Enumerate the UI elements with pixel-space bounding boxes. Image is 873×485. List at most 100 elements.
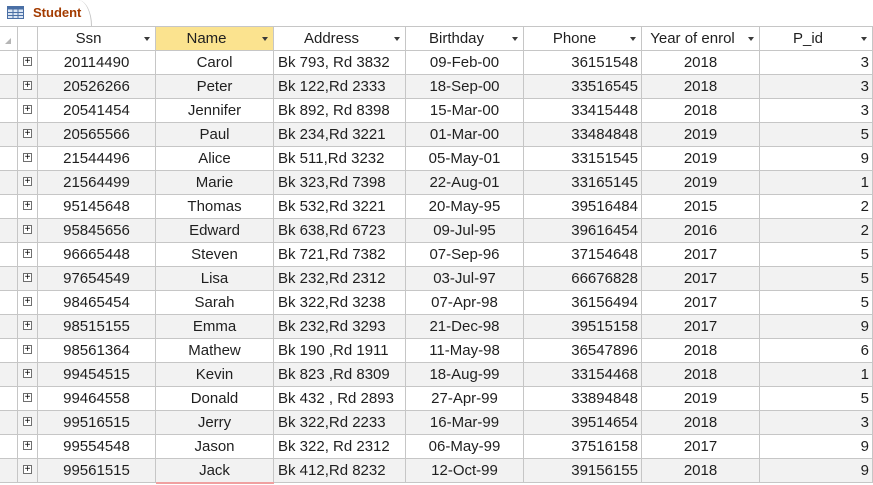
plus-box-icon[interactable]: + bbox=[23, 81, 32, 91]
cell-pid[interactable]: 2 bbox=[760, 195, 873, 219]
cell-year[interactable]: 2017 bbox=[642, 267, 760, 291]
row-selector[interactable] bbox=[0, 195, 18, 219]
plus-box-icon[interactable]: + bbox=[23, 177, 32, 187]
row-selector[interactable] bbox=[0, 219, 18, 243]
cell-year[interactable]: 2018 bbox=[642, 99, 760, 123]
cell-address[interactable]: Bk 638,Rd 6723 bbox=[274, 219, 406, 243]
cell-phone[interactable]: 39616454 bbox=[524, 219, 642, 243]
cell-phone[interactable]: 33151545 bbox=[524, 147, 642, 171]
cell-pid[interactable]: 9 bbox=[760, 147, 873, 171]
cell-address[interactable]: Bk 190 ,Rd 1911 bbox=[274, 339, 406, 363]
row-selector[interactable] bbox=[0, 243, 18, 267]
cell-phone[interactable]: 39515158 bbox=[524, 315, 642, 339]
cell-birthday[interactable]: 06-May-99 bbox=[406, 435, 524, 459]
column-header-name[interactable]: Name bbox=[156, 27, 274, 51]
cell-ssn[interactable]: 21544496 bbox=[38, 147, 156, 171]
cell-phone[interactable]: 33894848 bbox=[524, 387, 642, 411]
cell-year[interactable]: 2019 bbox=[642, 147, 760, 171]
row-selector[interactable] bbox=[0, 99, 18, 123]
cell-ssn[interactable]: 97654549 bbox=[38, 267, 156, 291]
plus-box-icon[interactable]: + bbox=[23, 393, 32, 403]
cell-address[interactable]: Bk 892, Rd 8398 bbox=[274, 99, 406, 123]
column-header-address[interactable]: Address bbox=[274, 27, 406, 51]
column-header-birthday[interactable]: Birthday bbox=[406, 27, 524, 51]
cell-name[interactable]: Thomas bbox=[156, 195, 274, 219]
cell-year[interactable]: 2018 bbox=[642, 51, 760, 75]
cell-birthday[interactable]: 09-Jul-95 bbox=[406, 219, 524, 243]
cell-ssn[interactable]: 95845656 bbox=[38, 219, 156, 243]
row-selector[interactable] bbox=[0, 339, 18, 363]
cell-address[interactable]: Bk 793, Rd 3832 bbox=[274, 51, 406, 75]
cell-pid[interactable]: 1 bbox=[760, 171, 873, 195]
cell-pid[interactable]: 3 bbox=[760, 51, 873, 75]
row-selector[interactable] bbox=[0, 411, 18, 435]
cell-birthday[interactable]: 22-Aug-01 bbox=[406, 171, 524, 195]
cell-birthday[interactable]: 21-Dec-98 bbox=[406, 315, 524, 339]
cell-name[interactable]: Marie bbox=[156, 171, 274, 195]
cell-phone[interactable]: 33484848 bbox=[524, 123, 642, 147]
cell-ssn[interactable]: 21564499 bbox=[38, 171, 156, 195]
row-selector[interactable] bbox=[0, 435, 18, 459]
cell-pid[interactable]: 1 bbox=[760, 363, 873, 387]
dropdown-arrow-icon[interactable] bbox=[861, 37, 867, 41]
dropdown-arrow-icon[interactable] bbox=[630, 37, 636, 41]
cell-ssn[interactable]: 98561364 bbox=[38, 339, 156, 363]
column-header-phone[interactable]: Phone bbox=[524, 27, 642, 51]
cell-birthday[interactable]: 09-Feb-00 bbox=[406, 51, 524, 75]
cell-name[interactable]: Jerry bbox=[156, 411, 274, 435]
cell-ssn[interactable]: 99561515 bbox=[38, 459, 156, 483]
cell-pid[interactable]: 5 bbox=[760, 291, 873, 315]
cell-name[interactable]: Jack bbox=[156, 459, 274, 483]
row-selector[interactable] bbox=[0, 147, 18, 171]
cell-year[interactable]: 2015 bbox=[642, 195, 760, 219]
cell-birthday[interactable]: 18-Sep-00 bbox=[406, 75, 524, 99]
plus-box-icon[interactable]: + bbox=[23, 465, 32, 475]
cell-pid[interactable]: 6 bbox=[760, 339, 873, 363]
cell-address[interactable]: Bk 823 ,Rd 8309 bbox=[274, 363, 406, 387]
row-selector[interactable] bbox=[0, 171, 18, 195]
cell-ssn[interactable]: 99454515 bbox=[38, 363, 156, 387]
cell-birthday[interactable]: 16-Mar-99 bbox=[406, 411, 524, 435]
dropdown-arrow-icon[interactable] bbox=[394, 37, 400, 41]
dropdown-arrow-icon[interactable] bbox=[512, 37, 518, 41]
cell-address[interactable]: Bk 232,Rd 3293 bbox=[274, 315, 406, 339]
cell-name[interactable]: Steven bbox=[156, 243, 274, 267]
cell-year[interactable]: 2017 bbox=[642, 243, 760, 267]
cell-pid[interactable]: 9 bbox=[760, 435, 873, 459]
cell-phone[interactable]: 66676828 bbox=[524, 267, 642, 291]
tab-student[interactable]: Student bbox=[0, 0, 92, 26]
cell-ssn[interactable]: 98515155 bbox=[38, 315, 156, 339]
cell-pid[interactable]: 5 bbox=[760, 123, 873, 147]
cell-name[interactable]: Donald bbox=[156, 387, 274, 411]
cell-ssn[interactable]: 98465454 bbox=[38, 291, 156, 315]
cell-year[interactable]: 2018 bbox=[642, 75, 760, 99]
cell-name[interactable]: Kevin bbox=[156, 363, 274, 387]
cell-address[interactable]: Bk 721,Rd 7382 bbox=[274, 243, 406, 267]
cell-phone[interactable]: 39514654 bbox=[524, 411, 642, 435]
plus-box-icon[interactable]: + bbox=[23, 297, 32, 307]
cell-name[interactable]: Emma bbox=[156, 315, 274, 339]
cell-address[interactable]: Bk 322,Rd 3238 bbox=[274, 291, 406, 315]
cell-phone[interactable]: 36151548 bbox=[524, 51, 642, 75]
plus-box-icon[interactable]: + bbox=[23, 417, 32, 427]
plus-box-icon[interactable]: + bbox=[23, 57, 32, 67]
cell-pid[interactable]: 5 bbox=[760, 387, 873, 411]
cell-address[interactable]: Bk 323,Rd 7398 bbox=[274, 171, 406, 195]
cell-phone[interactable]: 36547896 bbox=[524, 339, 642, 363]
row-selector[interactable] bbox=[0, 459, 18, 483]
cell-pid[interactable]: 3 bbox=[760, 99, 873, 123]
plus-box-icon[interactable]: + bbox=[23, 105, 32, 115]
plus-box-icon[interactable]: + bbox=[23, 153, 32, 163]
cell-phone[interactable]: 33516545 bbox=[524, 75, 642, 99]
plus-box-icon[interactable]: + bbox=[23, 441, 32, 451]
row-selector[interactable] bbox=[0, 291, 18, 315]
cell-birthday[interactable]: 01-Mar-00 bbox=[406, 123, 524, 147]
cell-year[interactable]: 2018 bbox=[642, 363, 760, 387]
cell-year[interactable]: 2017 bbox=[642, 315, 760, 339]
plus-box-icon[interactable]: + bbox=[23, 321, 32, 331]
cell-birthday[interactable]: 12-Oct-99 bbox=[406, 459, 524, 483]
cell-year[interactable]: 2019 bbox=[642, 171, 760, 195]
cell-phone[interactable]: 37154648 bbox=[524, 243, 642, 267]
cell-year[interactable]: 2019 bbox=[642, 387, 760, 411]
cell-ssn[interactable]: 95145648 bbox=[38, 195, 156, 219]
